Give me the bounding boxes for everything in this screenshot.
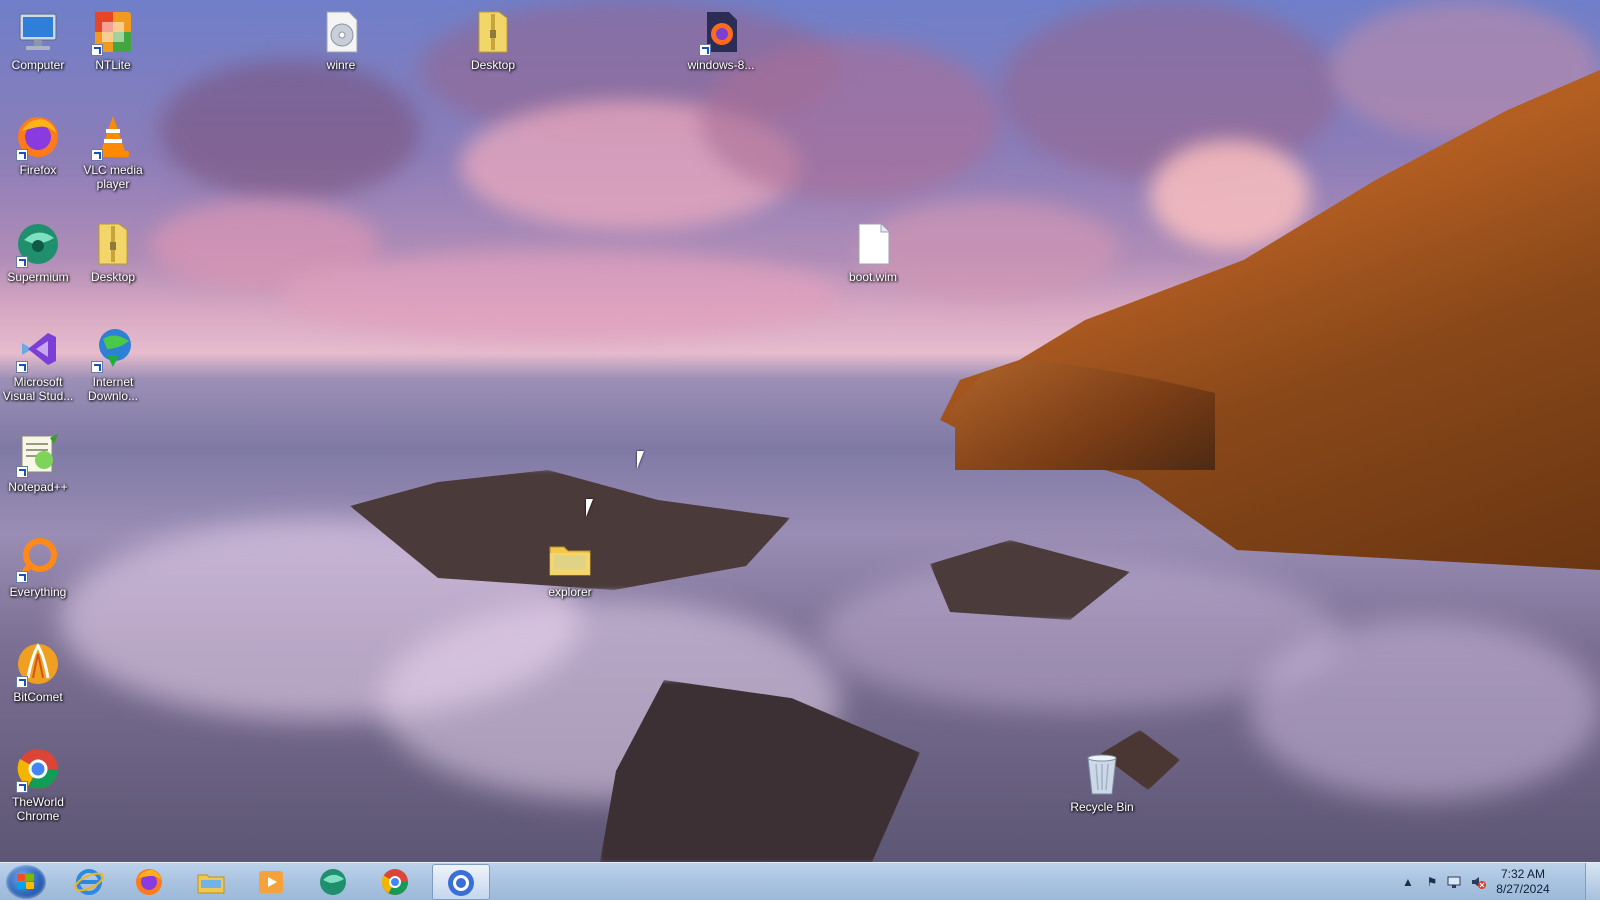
bitcomet-icon	[14, 640, 62, 688]
desktop-icon-label: windows-8...	[687, 58, 755, 72]
desktop-icon-label: Desktop	[90, 270, 136, 284]
shortcut-arrow-icon	[16, 571, 28, 583]
desktop-icon-label: Supermium	[7, 270, 69, 284]
desktop-icon-label: Internet Downlo...	[87, 375, 139, 403]
show-hidden-icons-arrow[interactable]: ▲	[1400, 874, 1416, 890]
desktop-icon-recycle-bin[interactable]: Recycle Bin	[1064, 750, 1140, 814]
desktop-icon-label: Microsoft Visual Stud...	[2, 375, 74, 403]
taskbar-theworld-chrome[interactable]	[367, 864, 425, 900]
desktop-icon-label: explorer	[548, 585, 592, 599]
desktop-icon-supermium[interactable]: Supermium	[0, 220, 76, 284]
desktop-icon-label: boot.wim	[848, 270, 898, 284]
visual-studio-icon	[14, 325, 62, 373]
desktop-icon-boot-wim[interactable]: boot.wim	[835, 220, 911, 284]
desktop-icon-explorer[interactable]: explorer	[532, 535, 608, 599]
desktop-icon-label: TheWorld Chrome	[12, 795, 64, 823]
desktop-icon-label: winre	[326, 58, 356, 72]
folder-zip-icon	[469, 8, 517, 56]
taskbar-media-player[interactable]	[243, 864, 301, 900]
shortcut-arrow-icon	[16, 676, 28, 688]
shortcut-arrow-icon	[699, 44, 711, 56]
system-tray: ▲ ⚑ 7:32 AM 8/27/2024	[1386, 863, 1586, 900]
desktop-icon-ntlite[interactable]: NTLite	[75, 8, 151, 72]
taskbar-file-explorer[interactable]	[183, 864, 241, 900]
shortcut-arrow-icon	[16, 361, 28, 373]
taskbar-internet-explorer[interactable]	[61, 864, 119, 900]
desktop-icon-bitcomet[interactable]: BitComet	[0, 640, 76, 704]
firefox-document-icon	[697, 8, 745, 56]
desktop-wallpaper	[0, 0, 1600, 862]
windows-start-icon[interactable]	[6, 865, 46, 899]
desktop-icon-label: Computer	[11, 58, 65, 72]
desktop-icon-notepad-plus-plus[interactable]: Notepad++	[0, 430, 76, 494]
shortcut-arrow-icon	[91, 361, 103, 373]
desktop-icon-label: Desktop	[470, 58, 516, 72]
clock-date: 8/27/2024	[1496, 882, 1550, 896]
desktop-icon-label: NTLite	[95, 58, 131, 72]
clock-time: 7:32 AM	[1500, 867, 1546, 881]
chrome-icon	[446, 868, 476, 898]
shortcut-arrow-icon	[91, 149, 103, 161]
theworld-chrome-icon	[14, 745, 62, 793]
media-player-icon	[256, 867, 286, 897]
vlc-icon	[89, 113, 137, 161]
ntlite-icon	[89, 8, 137, 56]
firefox-icon	[134, 867, 164, 897]
desktop-icon-vlc[interactable]: VLC media player	[75, 113, 151, 191]
blank-file-icon	[849, 220, 897, 268]
folder-zip-icon	[89, 220, 137, 268]
desktop-icon-label: VLC media player	[83, 163, 143, 191]
shortcut-arrow-icon	[91, 44, 103, 56]
taskbar: ▲ ⚑ 7:32 AM 8/27/2024	[0, 862, 1600, 900]
desktop-icon-internet-download-manager[interactable]: Internet Downlo...	[75, 325, 151, 403]
desktop-icon-label: Notepad++	[8, 480, 68, 494]
recycle-bin-icon	[1078, 750, 1126, 798]
mouse-cursor-icon	[586, 499, 593, 517]
disc-image-icon	[317, 8, 365, 56]
action-center-flag-icon[interactable]: ⚑	[1424, 874, 1440, 890]
firefox-icon	[14, 113, 62, 161]
desktop-icon-visual-studio[interactable]: Microsoft Visual Stud...	[0, 325, 76, 403]
notepad-plus-plus-icon	[14, 430, 62, 478]
network-icon[interactable]	[1446, 874, 1462, 890]
volume-muted-icon[interactable]	[1470, 874, 1486, 890]
taskbar-firefox[interactable]	[121, 864, 179, 900]
desktop-icon-label: BitComet	[13, 690, 63, 704]
taskbar-supermium[interactable]	[305, 864, 363, 900]
shortcut-arrow-icon	[16, 149, 28, 161]
desktop-icon-computer[interactable]: Computer	[0, 8, 76, 72]
everything-search-icon	[14, 535, 62, 583]
desktop-icon-windows-8[interactable]: windows-8...	[683, 8, 759, 72]
desktop-icon-theworld-chrome[interactable]: TheWorld Chrome	[0, 745, 76, 823]
supermium-icon	[14, 220, 62, 268]
mouse-cursor-icon	[637, 451, 644, 469]
desktop-icon-desktop-zip-2[interactable]: Desktop	[75, 220, 151, 284]
shortcut-arrow-icon	[16, 256, 28, 268]
desktop-icon-label: Recycle Bin	[1070, 800, 1134, 814]
desktop-icon-winre[interactable]: winre	[303, 8, 379, 72]
internet-download-manager-icon	[89, 325, 137, 373]
desktop-icon-firefox[interactable]: Firefox	[0, 113, 76, 177]
desktop-icon-everything[interactable]: Everything	[0, 535, 76, 599]
supermium-icon	[318, 867, 348, 897]
desktop-icon-label: Firefox	[19, 163, 57, 177]
taskbar-chrome-active[interactable]	[432, 864, 490, 900]
show-desktop-button[interactable]	[1585, 863, 1600, 900]
computer-icon	[14, 8, 62, 56]
taskbar-clock[interactable]: 7:32 AM 8/27/2024	[1488, 867, 1558, 897]
folder-icon	[546, 535, 594, 583]
desktop-icon-label: Everything	[9, 585, 67, 599]
desktop-icon-desktop-zip[interactable]: Desktop	[455, 8, 531, 72]
theworld-chrome-icon	[380, 867, 410, 897]
shortcut-arrow-icon	[16, 781, 28, 793]
shortcut-arrow-icon	[16, 466, 28, 478]
file-explorer-icon	[196, 867, 226, 897]
internet-explorer-icon	[74, 867, 104, 897]
